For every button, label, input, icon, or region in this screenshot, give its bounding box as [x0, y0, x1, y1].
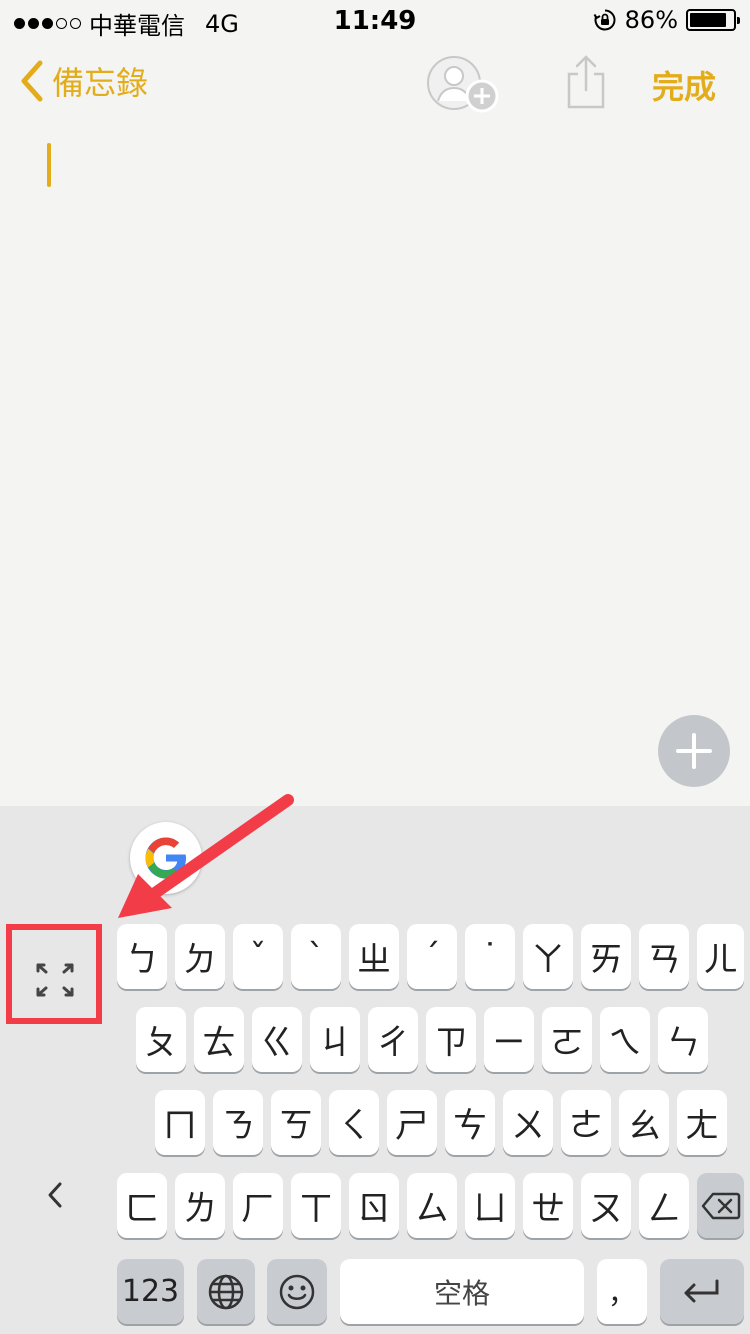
key-bopomofo[interactable]: ˊ — [407, 924, 457, 989]
key-bopomofo[interactable]: ㄦ — [697, 924, 744, 989]
key-bopomofo[interactable]: ㄣ — [658, 1007, 708, 1072]
done-button[interactable]: 完成 — [652, 62, 716, 108]
numbers-key[interactable]: 123 — [117, 1259, 184, 1324]
key-bopomofo[interactable]: ㄧ — [484, 1007, 534, 1072]
battery-percent: 86% — [624, 6, 678, 34]
key-bopomofo[interactable]: ㄉ — [175, 924, 225, 989]
return-icon — [684, 1279, 719, 1302]
key-bopomofo[interactable]: ㄊ — [194, 1007, 244, 1072]
key-bopomofo[interactable]: ㄟ — [600, 1007, 650, 1072]
key-bopomofo[interactable]: ㄞ — [581, 924, 631, 989]
key-bopomofo[interactable]: ㄇ — [155, 1090, 205, 1155]
key-bopomofo[interactable]: ㄏ — [233, 1173, 283, 1238]
backspace-icon — [701, 1192, 740, 1219]
key-bopomofo[interactable]: ㄤ — [677, 1090, 727, 1155]
key-bopomofo[interactable]: ㄍ — [252, 1007, 302, 1072]
key-bopomofo[interactable]: ㄥ — [639, 1173, 689, 1238]
key-bopomofo[interactable]: ㄈ — [117, 1173, 167, 1238]
battery-icon — [686, 9, 740, 31]
backspace-key[interactable] — [697, 1173, 744, 1238]
back-label: 備忘錄 — [52, 64, 149, 102]
globe-icon — [208, 1274, 244, 1309]
key-bopomofo[interactable]: ㄎ — [271, 1090, 321, 1155]
globe-key[interactable] — [197, 1259, 255, 1324]
emoji-icon — [279, 1274, 315, 1309]
key-bopomofo[interactable]: ㄨ — [503, 1090, 553, 1155]
key-bopomofo[interactable]: ㄓ — [349, 924, 399, 989]
key-bopomofo[interactable]: ㄩ — [465, 1173, 515, 1238]
share-icon[interactable] — [564, 54, 608, 110]
key-bopomofo[interactable]: ㄐ — [310, 1007, 360, 1072]
text-cursor — [47, 143, 51, 187]
key-bopomofo[interactable]: ˋ — [291, 924, 341, 989]
key-bopomofo[interactable]: ㄔ — [368, 1007, 418, 1072]
key-bopomofo[interactable]: ㄗ — [426, 1007, 476, 1072]
status-right: 86% — [593, 6, 740, 34]
key-bopomofo[interactable]: ㄖ — [349, 1173, 399, 1238]
rotation-lock-icon — [593, 9, 616, 31]
chevron-left-icon — [21, 60, 43, 102]
return-key[interactable] — [660, 1259, 744, 1324]
key-bopomofo[interactable]: ˙ — [465, 924, 515, 989]
back-button[interactable]: 備忘錄 — [18, 58, 148, 104]
note-body[interactable] — [0, 130, 750, 806]
key-bopomofo[interactable]: ㄠ — [619, 1090, 669, 1155]
key-bopomofo[interactable]: ㄕ — [387, 1090, 437, 1155]
key-bopomofo[interactable]: ㄝ — [523, 1173, 573, 1238]
key-bopomofo[interactable]: ㄒ — [291, 1173, 341, 1238]
emoji-key[interactable] — [267, 1259, 327, 1324]
plus-icon[interactable] — [658, 715, 730, 787]
annotation-arrow — [118, 794, 294, 918]
comma-key[interactable]: ， — [597, 1259, 647, 1324]
key-bopomofo[interactable]: ㄛ — [542, 1007, 592, 1072]
key-bopomofo[interactable]: ㄋ — [213, 1090, 263, 1155]
status-bar: 中華電信 4G 11:49 86% — [0, 0, 750, 40]
key-bopomofo[interactable]: ㄌ — [175, 1173, 225, 1238]
key-bopomofo[interactable]: ˇ — [233, 924, 283, 989]
key-bopomofo[interactable]: ㄜ — [561, 1090, 611, 1155]
nav-bar: 備忘錄 完成 — [0, 40, 750, 130]
key-bopomofo[interactable]: ㄙ — [407, 1173, 457, 1238]
key-bopomofo[interactable]: ㄘ — [445, 1090, 495, 1155]
key-bopomofo[interactable]: ㄢ — [639, 924, 689, 989]
key-bopomofo[interactable]: ㄅ — [117, 924, 167, 989]
space-key[interactable]: 空格 — [340, 1259, 584, 1324]
key-bopomofo[interactable]: ㄑ — [329, 1090, 379, 1155]
key-bopomofo[interactable]: ㄚ — [523, 924, 573, 989]
chevron-left-icon[interactable] — [44, 1180, 66, 1210]
battery-fill — [690, 13, 727, 27]
highlight-box — [6, 924, 102, 1024]
key-bopomofo[interactable]: ㄆ — [136, 1007, 186, 1072]
key-bopomofo[interactable]: ㄡ — [581, 1173, 631, 1238]
add-people-icon[interactable] — [426, 55, 500, 115]
